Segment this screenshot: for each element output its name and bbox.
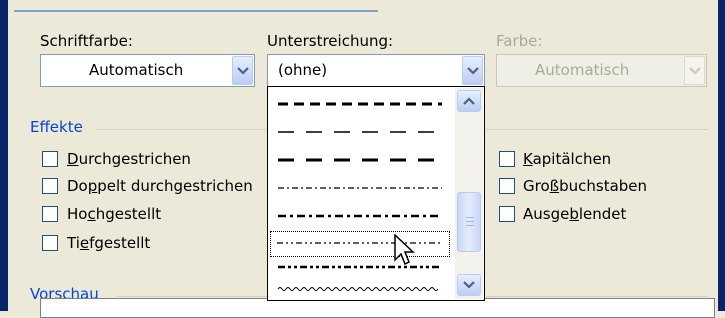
scroll-up-button[interactable] [457, 90, 481, 112]
underline-option-dash-dot-heavy[interactable] [270, 203, 450, 229]
color-label: Farbe: [496, 32, 542, 50]
underline-color-dropdown-button[interactable] [684, 56, 705, 85]
label-part: Do [67, 177, 88, 195]
font-color-combo[interactable]: Automatisch [40, 54, 255, 87]
window-frame-left [0, 0, 8, 311]
chevron-up-icon [463, 97, 475, 105]
underline-value: (ohne) [278, 61, 328, 79]
grip-line [466, 217, 474, 218]
dash-dot-dot-line-icon [277, 242, 443, 244]
hidden-label: Ausgeblendet [523, 205, 626, 223]
all-caps-label: Großbuchstaben [523, 177, 647, 195]
underline-color-combo[interactable]: Automatisch [496, 54, 707, 87]
font-color-dropdown-button[interactable] [232, 56, 253, 85]
label-part: Ausge [523, 205, 570, 223]
chevron-down-icon [236, 66, 249, 75]
font-color-label-text: Schriftfarbe: [40, 32, 133, 50]
access-key: D [67, 150, 79, 168]
label-part: pelt durchgestrichen [97, 177, 253, 195]
label-part: lendet [578, 205, 627, 223]
dash-dot-heavy-line-icon [278, 214, 442, 218]
wave-line-icon [277, 287, 439, 291]
underline-option-dash-long-heavy[interactable] [270, 147, 450, 173]
double-strikethrough-label: Doppelt durchgestrichen [67, 177, 267, 195]
underline-option-dash-dot[interactable] [270, 175, 450, 201]
grip-line [466, 221, 474, 222]
tab-strip-edge [14, 0, 378, 12]
label-part: Gro [523, 177, 550, 195]
superscript-checkbox[interactable] [42, 206, 58, 222]
scroll-thumb[interactable] [457, 192, 481, 252]
access-key: e [79, 234, 90, 252]
label-part: apitälchen [532, 150, 612, 168]
small-caps-label: Kapitälchen [523, 150, 611, 168]
access-key: ß [549, 177, 560, 195]
access-key: K [523, 150, 533, 168]
grip-line [466, 225, 474, 226]
access-key: b [569, 205, 579, 223]
underline-option-dashed-long[interactable] [270, 119, 450, 145]
underline-color-value: Automatisch [535, 61, 630, 79]
underline-option-wave[interactable] [270, 281, 450, 301]
window-frame-right [718, 0, 725, 311]
chevron-down-icon [688, 66, 701, 75]
label-part: fgestellt [89, 234, 151, 252]
chevron-down-icon [466, 66, 479, 75]
font-color-value: Automatisch [89, 61, 184, 79]
underline-option-dashed-heavy[interactable] [270, 91, 450, 117]
strikethrough-checkbox[interactable] [42, 151, 58, 167]
list-scrollbar[interactable] [455, 88, 483, 299]
scroll-down-button[interactable] [457, 274, 481, 296]
strikethrough-label: Durchgestrichen [67, 150, 191, 168]
label-part: Ti [67, 234, 80, 252]
dash-long-heavy-line-icon [278, 158, 442, 162]
dash-dot-line-icon [278, 187, 442, 189]
access-key: c [87, 205, 96, 223]
label-part: Ho [67, 205, 88, 223]
label-part: urchgestrichen [78, 150, 191, 168]
underline-dropdown-button[interactable] [462, 56, 483, 85]
hidden-checkbox[interactable] [499, 206, 515, 222]
preview-group-line [117, 296, 267, 297]
label-part: buchstaben [559, 177, 648, 195]
subscript-label: Tiefgestellt [67, 234, 150, 252]
underline-option-dash-dot-dot[interactable] [270, 231, 450, 257]
superscript-label: Hochgestellt [67, 205, 161, 223]
access-key: p [87, 177, 98, 195]
preview-group-line-right [486, 296, 708, 297]
color-label-text: Farbe: [496, 32, 543, 50]
underline-combo[interactable]: (ohne) [267, 54, 485, 87]
underline-label: Unterstreichung: [267, 32, 393, 50]
font-color-label: Schriftfarbe: [40, 32, 133, 50]
mouse-cursor-icon [394, 234, 415, 266]
label-part: hgestellt [95, 205, 162, 223]
subscript-checkbox[interactable] [42, 235, 58, 251]
effects-group-line [96, 129, 266, 130]
effects-group-line-right [486, 129, 708, 130]
all-caps-checkbox[interactable] [499, 178, 515, 194]
underline-label-text: Unterstreichung: [267, 32, 394, 50]
preview-box [40, 298, 715, 318]
small-caps-checkbox[interactable] [499, 151, 515, 167]
dashed-heavy-line-icon [278, 102, 442, 106]
chevron-down-icon [463, 281, 475, 289]
dashed-long-line-icon [278, 131, 442, 133]
underline-style-list[interactable] [267, 86, 485, 301]
effects-group-title: Effekte [30, 118, 83, 136]
double-strikethrough-checkbox[interactable] [42, 178, 58, 194]
